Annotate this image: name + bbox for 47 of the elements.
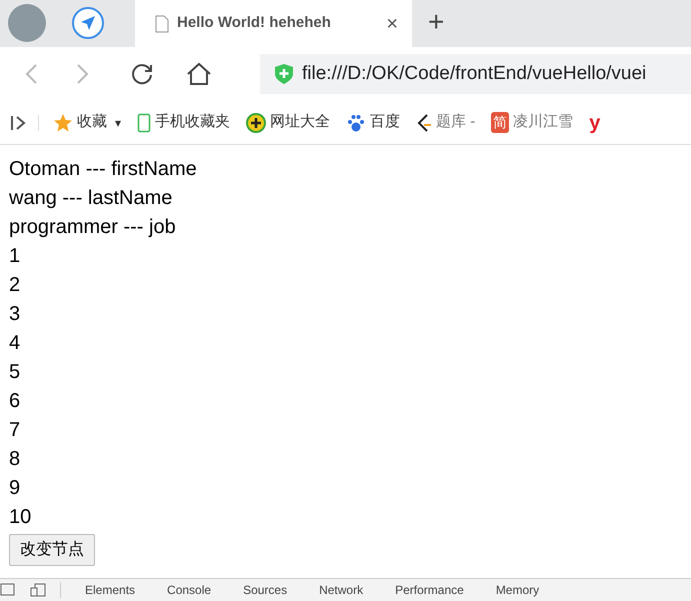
address-text: file:///D:/OK/Code/frontEnd/vueHello/vuei xyxy=(302,62,646,86)
bookmark-item[interactable]: y xyxy=(589,108,600,138)
bookmark-item[interactable]: 题库 - xyxy=(416,111,476,134)
phone-icon xyxy=(137,112,152,132)
content-line: 4 xyxy=(9,331,22,356)
bookmark-item[interactable]: 网址大全 xyxy=(246,111,330,134)
paw-icon xyxy=(346,112,366,132)
browser-tab[interactable]: Hello World! heheheh × xyxy=(135,0,412,47)
change-node-button[interactable]: 改变节点 xyxy=(9,534,95,566)
reload-icon[interactable] xyxy=(130,62,154,86)
content-line: 3 xyxy=(9,302,22,327)
content-line: 1 xyxy=(9,244,22,269)
star-icon xyxy=(53,112,73,132)
bookmark-item[interactable]: 收藏 ▾ xyxy=(53,111,122,134)
content-line: wang --- lastName xyxy=(9,186,174,211)
content-line: 9 xyxy=(9,476,22,501)
new-tab-button[interactable]: + xyxy=(428,1,444,43)
shield-icon xyxy=(274,63,294,85)
devtools-tab[interactable]: Elements xyxy=(69,579,152,601)
bookmark-item[interactable]: 简 凌川江雪 xyxy=(491,111,574,134)
bookmark-item[interactable]: 手机收藏夹 xyxy=(137,111,230,134)
plus-circle-icon xyxy=(246,112,266,132)
jian-icon: 简 xyxy=(491,112,510,133)
devtools-tab[interactable]: Console xyxy=(151,579,228,601)
device-icon[interactable] xyxy=(30,583,46,597)
content-line: 8 xyxy=(9,447,22,472)
content-line: programmer --- job xyxy=(9,215,177,240)
tab-close-button[interactable]: × xyxy=(386,8,398,38)
page-icon xyxy=(155,14,169,32)
content-line: 2 xyxy=(9,273,22,298)
bookmark-item[interactable]: 百度 xyxy=(346,111,400,134)
address-bar[interactable]: file:///D:/OK/Code/frontEnd/vueHello/vuei xyxy=(260,54,691,94)
content-line: 7 xyxy=(9,418,22,443)
devtools-tab[interactable]: Network xyxy=(303,579,380,601)
devtools-tab[interactable]: Sources xyxy=(227,579,304,601)
bracket-icon xyxy=(416,112,432,132)
content-line: 10 xyxy=(9,505,32,530)
sidebar-toggle-icon[interactable] xyxy=(10,114,28,132)
devtools-tab[interactable]: Memory xyxy=(480,579,556,601)
inspect-icon[interactable] xyxy=(0,583,16,597)
home-icon[interactable] xyxy=(186,62,212,86)
content-line: 6 xyxy=(9,389,22,414)
tab-title: Hello World! heheheh xyxy=(177,13,332,34)
caret-icon[interactable]: ▾ xyxy=(115,114,122,132)
devtools-tab[interactable]: Performance xyxy=(379,579,480,601)
content-line: 5 xyxy=(9,360,22,385)
content-line: Otoman --- firstName xyxy=(9,157,198,182)
